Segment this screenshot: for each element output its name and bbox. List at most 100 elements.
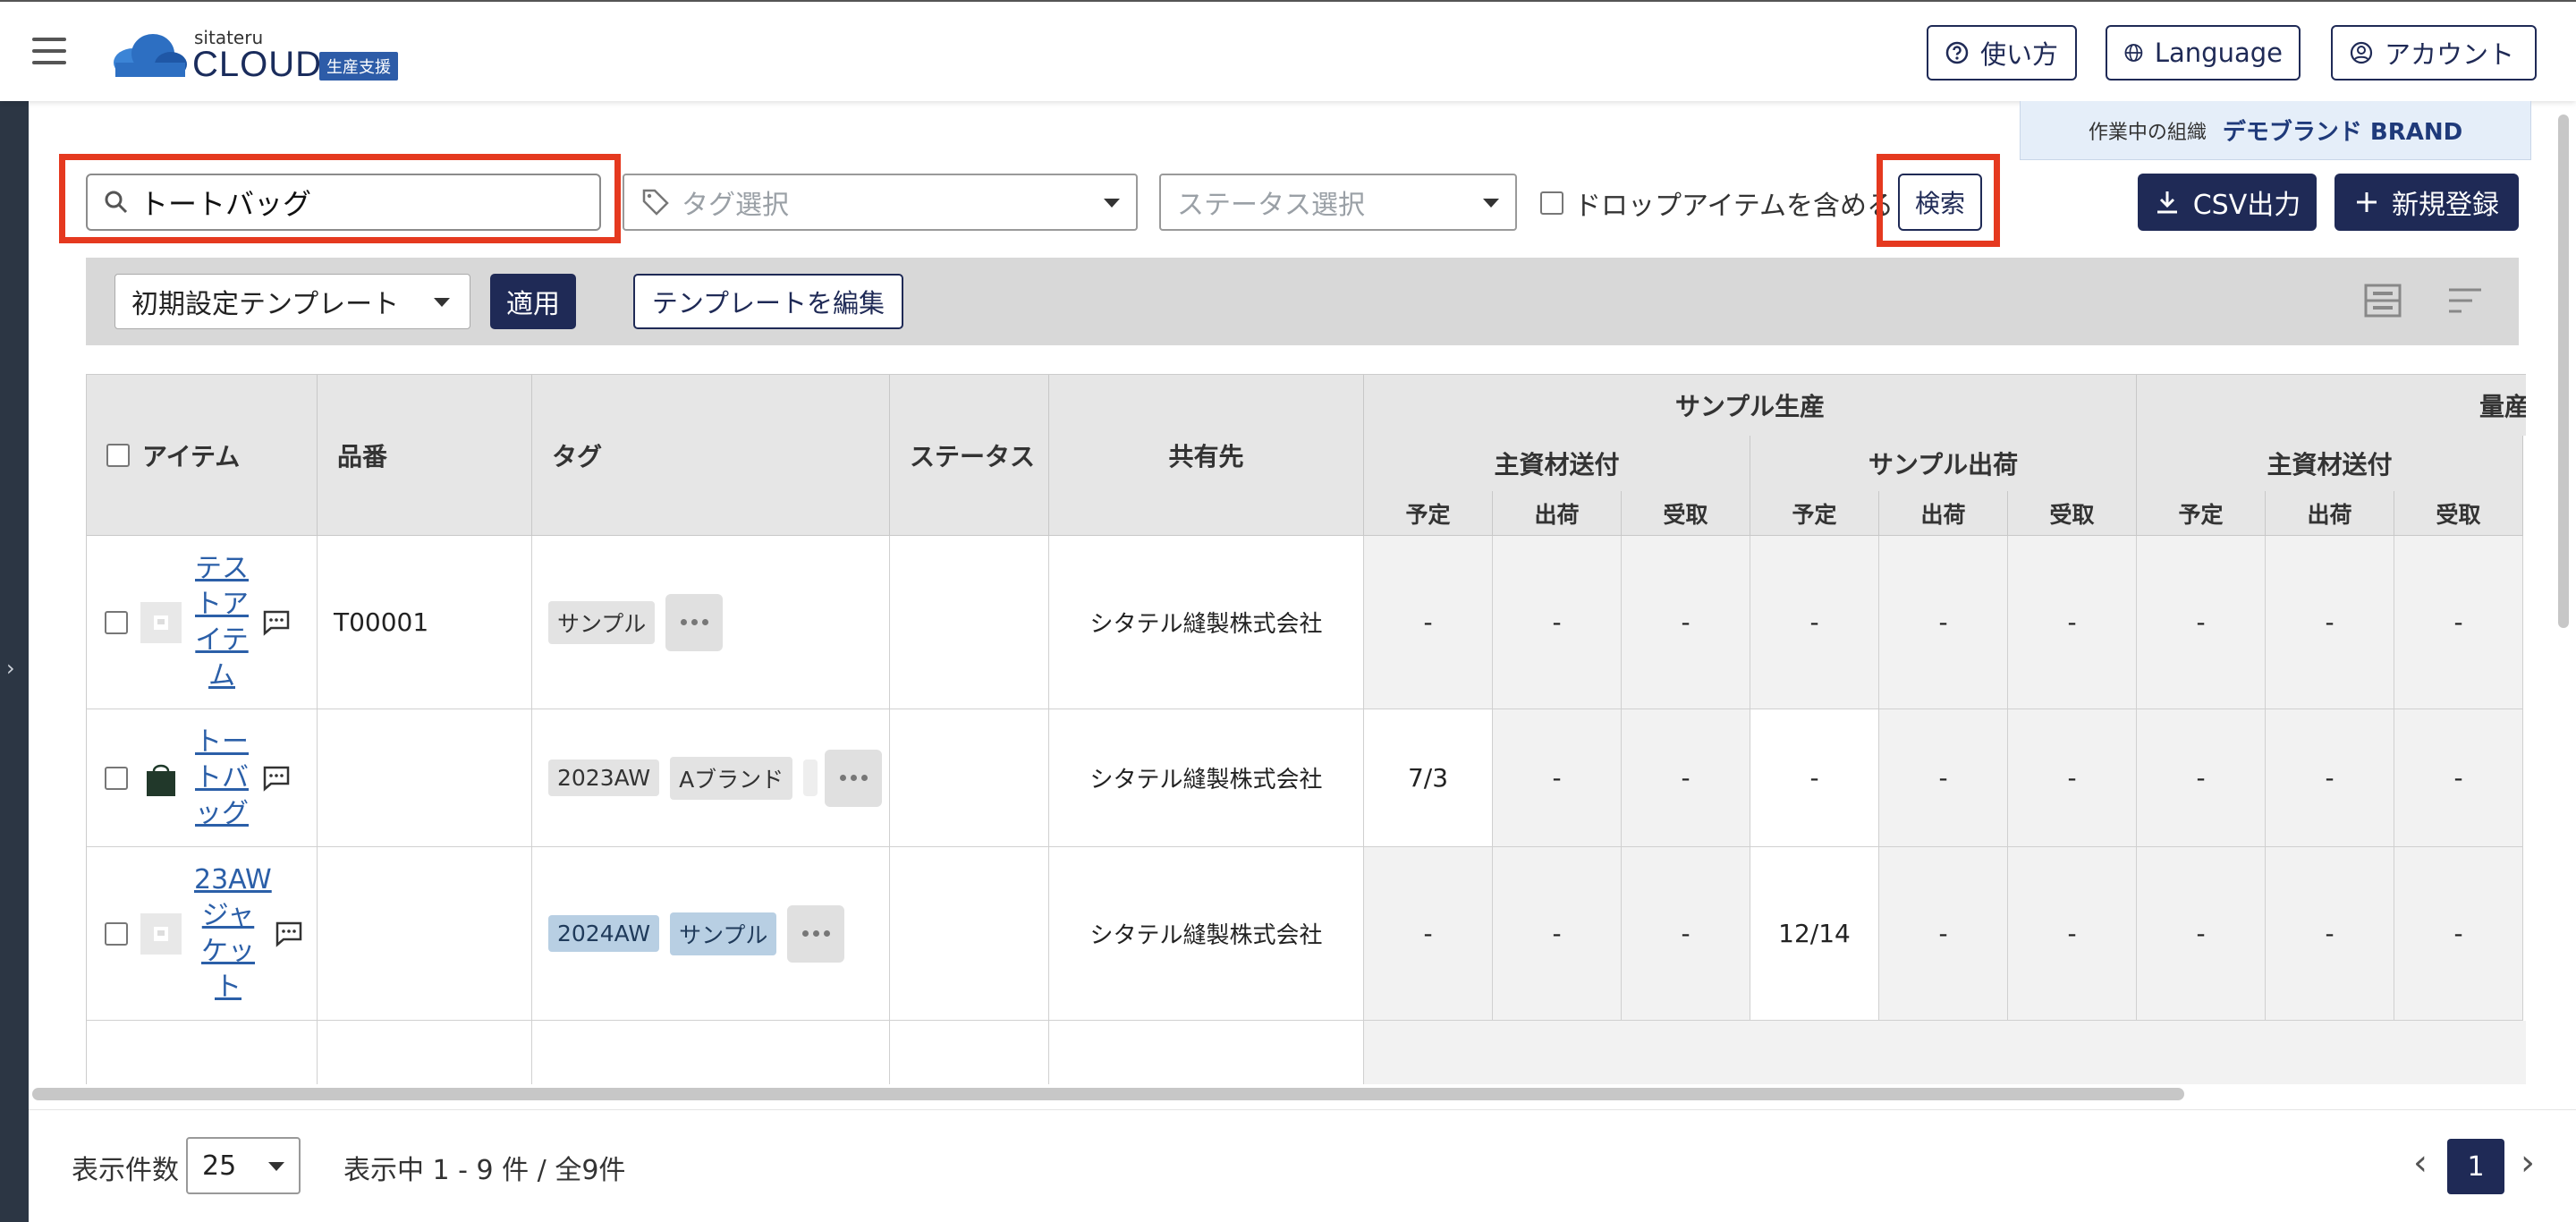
cell-value[interactable]: - xyxy=(2137,709,2266,847)
select-all-checkbox[interactable] xyxy=(106,443,130,467)
help-button[interactable]: 使い方 xyxy=(1927,25,2077,81)
comment-icon[interactable] xyxy=(262,765,291,792)
cell-value[interactable]: - xyxy=(2394,536,2523,709)
row-checkbox[interactable] xyxy=(105,610,128,634)
sort-icon[interactable] xyxy=(2445,283,2485,318)
cell-value[interactable]: 12/14 xyxy=(1750,847,1879,1021)
cell-value[interactable]: - xyxy=(1879,709,2008,847)
item-thumbnail[interactable] xyxy=(140,912,182,955)
cell-value[interactable]: - xyxy=(2137,536,2266,709)
more-tags-button[interactable] xyxy=(787,904,845,963)
comment-icon[interactable] xyxy=(262,609,291,636)
cell-value[interactable]: - xyxy=(1879,847,2008,1021)
more-tags-button[interactable] xyxy=(665,593,724,651)
table-row-partial xyxy=(532,1021,890,1084)
csv-export-button[interactable]: CSV出力 xyxy=(2138,174,2317,231)
language-button[interactable]: Language xyxy=(2106,25,2301,81)
cell-value[interactable]: - xyxy=(2266,536,2394,709)
cell-value[interactable]: - xyxy=(2266,709,2394,847)
cell-value[interactable]: - xyxy=(2394,709,2523,847)
search-input[interactable] xyxy=(140,185,569,219)
item-link[interactable]: トートバッグ xyxy=(194,725,250,832)
cell-value[interactable]: - xyxy=(1493,847,1622,1021)
layout-icon[interactable] xyxy=(2363,283,2402,318)
item-tags: 2023AW Aブランド xyxy=(532,709,890,847)
subgroup-header-sample-ship: サンプル出荷 xyxy=(1750,436,2137,491)
item-link[interactable]: 23AWジャケット xyxy=(194,862,272,1006)
table-row-partial xyxy=(318,1021,532,1084)
cell-value[interactable]: - xyxy=(2266,847,2394,1021)
row-checkbox[interactable] xyxy=(105,766,128,790)
group-header-mass: 量産 xyxy=(2137,375,2526,436)
column-header-received: 受取 xyxy=(2008,491,2137,536)
chevron-down-icon xyxy=(434,298,450,307)
cell-value[interactable]: - xyxy=(1364,536,1493,709)
vertical-scrollbar[interactable] xyxy=(2558,115,2569,628)
search-field[interactable] xyxy=(86,174,601,231)
cell-value[interactable]: - xyxy=(1750,709,1879,847)
tag-select[interactable]: タグ選択 xyxy=(623,174,1138,231)
row-checkbox[interactable] xyxy=(105,921,128,946)
column-header-status[interactable]: ステータス xyxy=(890,375,1049,536)
apply-template-button[interactable]: 適用 xyxy=(490,274,576,329)
more-tags-button[interactable] xyxy=(825,749,883,807)
template-select[interactable]: 初期設定テンプレート xyxy=(114,274,470,329)
cell-value[interactable]: - xyxy=(2394,847,2523,1021)
item-thumbnail[interactable] xyxy=(140,601,182,643)
edit-template-button[interactable]: テンプレートを編集 xyxy=(633,274,903,329)
item-share: シタテル縫製株式会社 xyxy=(1049,536,1364,709)
account-label: アカウント xyxy=(2385,39,2515,70)
cell-value[interactable]: - xyxy=(1364,847,1493,1021)
item-share: シタテル縫製株式会社 xyxy=(1049,709,1364,847)
logo[interactable]: sitateru CLOUD 生産支援 xyxy=(112,27,407,84)
side-panel-toggle[interactable]: › xyxy=(0,101,29,1222)
column-header-share[interactable]: 共有先 xyxy=(1049,375,1364,536)
include-drop-checkbox[interactable] xyxy=(1540,191,1563,215)
tag-chip-truncated xyxy=(803,760,818,796)
next-page-icon[interactable]: › xyxy=(2521,1142,2535,1184)
logo-badge: 生産支援 xyxy=(319,52,398,81)
image-placeholder-icon xyxy=(154,926,168,941)
globe-icon xyxy=(2124,44,2143,62)
cell-value[interactable]: - xyxy=(1493,536,1622,709)
logo-title: CLOUD xyxy=(192,45,323,84)
current-organization: 作業中の組織 デモブランド BRAND xyxy=(2020,101,2531,160)
cell-value[interactable]: - xyxy=(2008,847,2137,1021)
column-header-item[interactable]: アイテム xyxy=(87,375,318,536)
per-page-value: 25 xyxy=(202,1150,237,1182)
pagination-footer: 表示件数 25 表示中 1 - 9 件 / 全9件 ‹ 1 › xyxy=(29,1109,2576,1222)
cell-value[interactable]: - xyxy=(1879,536,2008,709)
item-link[interactable]: テストアイテム xyxy=(194,551,250,694)
per-page-select[interactable]: 25 xyxy=(186,1137,301,1194)
cell-value[interactable]: - xyxy=(1622,709,1750,847)
language-label: Language xyxy=(2154,38,2283,68)
cell-value[interactable]: - xyxy=(2137,847,2266,1021)
image-placeholder-icon xyxy=(154,615,168,630)
group-header-sample: サンプル生産 xyxy=(1364,375,2137,436)
subgroup-header-material-send: 主資材送付 xyxy=(1364,436,1750,491)
comment-icon[interactable] xyxy=(275,921,303,947)
cell-value[interactable]: 7/3 xyxy=(1364,709,1493,847)
status-select[interactable]: ステータス選択 xyxy=(1159,174,1517,231)
column-header-code[interactable]: 品番 xyxy=(318,375,532,536)
menu-icon[interactable] xyxy=(32,38,66,64)
column-header-tag[interactable]: タグ xyxy=(532,375,890,536)
cell-value[interactable]: - xyxy=(2008,709,2137,847)
new-item-button[interactable]: 新規登録 xyxy=(2334,174,2519,231)
account-button[interactable]: アカウント xyxy=(2331,25,2537,81)
download-icon xyxy=(2157,191,2177,214)
column-header-planned: 予定 xyxy=(2137,491,2266,536)
item-thumbnail[interactable] xyxy=(140,757,182,799)
cell-value[interactable]: - xyxy=(1750,536,1879,709)
table-row-partial xyxy=(1049,1021,1364,1084)
page-button-current[interactable]: 1 xyxy=(2447,1139,2504,1194)
search-button[interactable]: 検索 xyxy=(1898,174,1982,231)
cell-value[interactable]: - xyxy=(1493,709,1622,847)
include-drop-items[interactable]: ドロップアイテムを含める xyxy=(1540,179,1894,227)
cell-value[interactable]: - xyxy=(1622,536,1750,709)
item-tags: 2024AW サンプル xyxy=(532,847,890,1021)
cell-value[interactable]: - xyxy=(1622,847,1750,1021)
horizontal-scrollbar[interactable] xyxy=(32,1088,2184,1100)
prev-page-icon[interactable]: ‹ xyxy=(2413,1142,2428,1184)
cell-value[interactable]: - xyxy=(2008,536,2137,709)
